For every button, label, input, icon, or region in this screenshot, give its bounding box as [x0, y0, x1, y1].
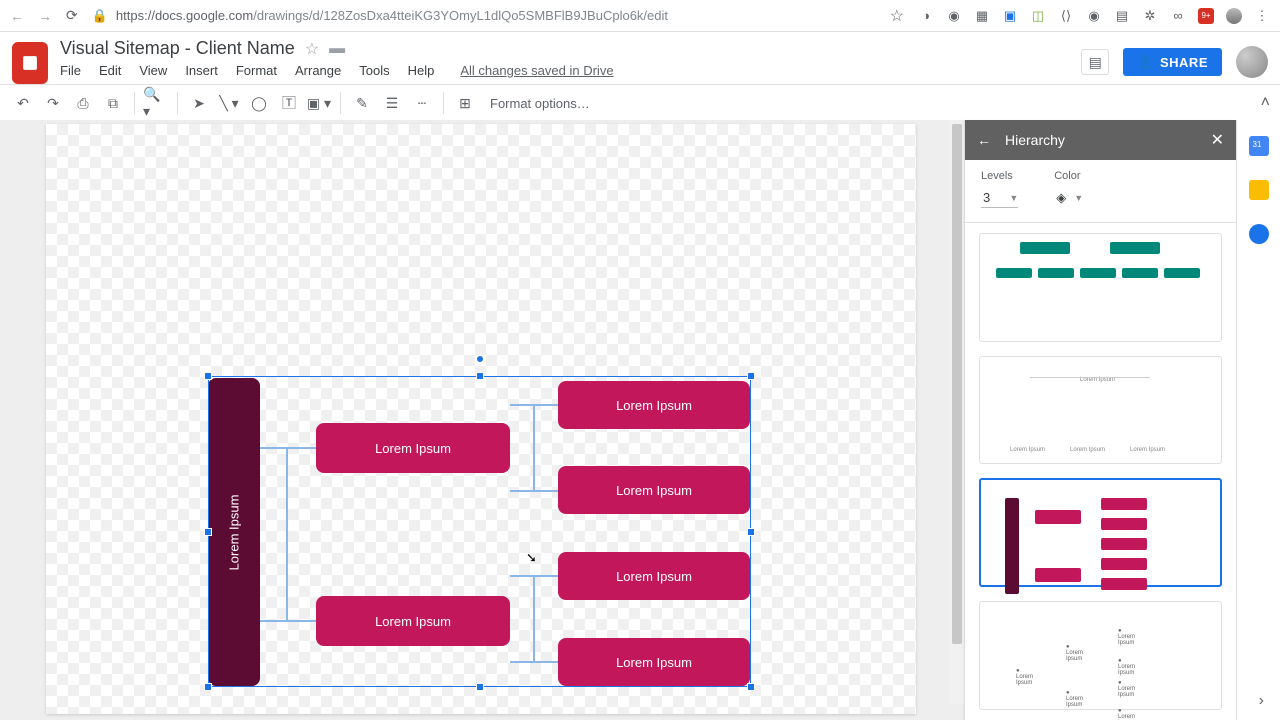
url-path: /drawings/d/128ZosDxa4tteiKG3YOmyL1dlQo5…: [253, 8, 668, 23]
menu-arrange[interactable]: Arrange: [295, 63, 341, 78]
close-panel-icon[interactable]: ✕: [1211, 130, 1224, 150]
account-avatar[interactable]: [1236, 46, 1268, 78]
line-color-button[interactable]: ✎: [349, 90, 375, 116]
ext-dev-icon[interactable]: ▤: [1114, 8, 1130, 24]
vertical-scrollbar[interactable]: [950, 120, 964, 704]
resize-handle[interactable]: [204, 528, 212, 536]
keep-addon-icon[interactable]: [1249, 180, 1269, 200]
ext-image-icon[interactable]: ▣: [1002, 8, 1018, 24]
reload-icon[interactable]: ⟳: [66, 7, 78, 24]
calendar-addon-icon[interactable]: [1249, 136, 1269, 156]
forward-icon: →: [38, 8, 52, 24]
star-doc-icon[interactable]: ☆: [305, 39, 319, 59]
ext-privacy-icon[interactable]: ◑: [918, 8, 934, 24]
document-title[interactable]: Visual Sitemap - Client Name: [60, 38, 295, 59]
insert-comment-button[interactable]: ⊞: [452, 90, 478, 116]
color-label: Color: [1054, 170, 1111, 182]
levels-dropdown[interactable]: 3 ▼: [981, 188, 1018, 208]
chevron-down-icon: ▼: [1074, 193, 1083, 203]
move-folder-icon[interactable]: ▬: [329, 40, 345, 58]
collapse-toolbar-icon[interactable]: ˄: [1261, 94, 1270, 112]
resize-handle[interactable]: [747, 528, 755, 536]
format-options-button[interactable]: Format options…: [490, 96, 590, 111]
rotate-handle[interactable]: [476, 355, 484, 363]
undo-button[interactable]: ↶: [10, 90, 36, 116]
ext-doc-icon[interactable]: ▦: [974, 8, 990, 24]
scroll-thumb[interactable]: [952, 124, 962, 644]
resize-handle[interactable]: [476, 683, 484, 691]
browser-toolbar: ← → ⟳ 🔒 https://docs.google.com/drawings…: [0, 0, 1280, 32]
shape-tool[interactable]: ◯: [246, 90, 272, 116]
back-arrow-icon[interactable]: ←: [977, 132, 991, 148]
resize-handle[interactable]: [204, 372, 212, 380]
lock-icon: 🔒: [92, 8, 108, 24]
ext-settings-icon[interactable]: ✲: [1142, 8, 1158, 24]
app-header: Visual Sitemap - Client Name ☆ ▬ File Ed…: [0, 32, 1280, 84]
toolbar: ↶ ↷ ⎙ ⧉ 🔍 ▾ ➤ ╲ ▾ ◯ 🅃 ▣ ▾ ✎ ☰ ┄ ⊞ Format…: [0, 84, 1280, 122]
line-weight-button[interactable]: ☰: [379, 90, 405, 116]
canvas-area[interactable]: Lorem Ipsum Lorem Ipsum Lorem Ipsum Lore…: [0, 120, 964, 720]
url-host: https://docs.google.com: [116, 8, 253, 23]
menu-edit[interactable]: Edit: [99, 63, 121, 78]
fill-color-icon: ◈: [1056, 190, 1066, 206]
menu-format[interactable]: Format: [236, 63, 277, 78]
resize-handle[interactable]: [204, 683, 212, 691]
side-addon-rail: [1236, 120, 1280, 720]
line-tool[interactable]: ╲ ▾: [216, 90, 242, 116]
sidepanel-controls: Levels 3 ▼ Color ◈ ▼: [965, 160, 1236, 223]
chevron-down-icon: ▼: [1009, 193, 1018, 203]
ext-camera-icon[interactable]: ◉: [946, 8, 962, 24]
workspace: Lorem Ipsum Lorem Ipsum Lorem Ipsum Lore…: [0, 120, 1280, 720]
selection-bounding-box[interactable]: [208, 376, 751, 687]
person-add-icon: 👤: [1137, 54, 1154, 70]
resize-handle[interactable]: [747, 372, 755, 380]
menu-tools[interactable]: Tools: [359, 63, 389, 78]
template-thumbnail[interactable]: [979, 233, 1222, 342]
extension-icons: ◑ ◉ ▦ ▣ ◫ ⟨⟩ ◉ ▤ ✲ ∞ 9+ ⋮: [918, 8, 1270, 24]
save-state[interactable]: All changes saved in Drive: [460, 63, 613, 78]
levels-value: 3: [983, 190, 990, 205]
levels-label: Levels: [981, 170, 1018, 182]
menu-help[interactable]: Help: [408, 63, 435, 78]
template-list[interactable]: Lorem Ipsum Lorem Ipsum Lorem Ipsum Lore…: [965, 223, 1236, 720]
ext-link-icon[interactable]: ∞: [1170, 8, 1186, 24]
sidepanel-header: ← Hierarchy ✕: [965, 120, 1236, 160]
ext-pixel-icon[interactable]: ◫: [1030, 8, 1046, 24]
menu-bar: File Edit View Insert Format Arrange Too…: [60, 63, 1081, 78]
color-dropdown[interactable]: ◈ ▼: [1054, 188, 1111, 208]
sidepanel-title: Hierarchy: [1005, 132, 1065, 148]
print-button[interactable]: ⎙: [70, 90, 96, 116]
ext-search-icon[interactable]: ◉: [1086, 8, 1102, 24]
address-bar[interactable]: 🔒 https://docs.google.com/drawings/d/128…: [92, 8, 876, 24]
bookmark-star-icon[interactable]: ☆: [890, 6, 904, 26]
resize-handle[interactable]: [747, 683, 755, 691]
template-thumbnail-selected[interactable]: [979, 478, 1222, 587]
chrome-menu-icon[interactable]: ⋮: [1254, 8, 1270, 24]
menu-view[interactable]: View: [139, 63, 167, 78]
diagram-sidepanel: ← Hierarchy ✕ Levels 3 ▼ Color ◈ ▼: [964, 120, 1236, 720]
template-thumbnail[interactable]: Lorem Ipsum Lorem Ipsum Lorem Ipsum Lore…: [979, 356, 1222, 465]
resize-handle[interactable]: [476, 372, 484, 380]
menu-insert[interactable]: Insert: [185, 63, 218, 78]
template-thumbnail[interactable]: ● Lorem Ipsum ● Lorem Ipsum ● Lorem Ipsu…: [979, 601, 1222, 710]
tasks-addon-icon[interactable]: [1249, 224, 1269, 244]
show-side-panel-icon[interactable]: ›: [1259, 692, 1264, 710]
share-label: SHARE: [1160, 55, 1208, 70]
image-tool[interactable]: ▣ ▾: [306, 90, 332, 116]
select-tool[interactable]: ➤: [186, 90, 212, 116]
back-icon[interactable]: ←: [10, 8, 24, 24]
redo-button[interactable]: ↷: [40, 90, 66, 116]
drawings-logo[interactable]: [12, 42, 48, 84]
share-button[interactable]: 👤 SHARE: [1123, 48, 1222, 76]
ext-code-icon[interactable]: ⟨⟩: [1058, 8, 1074, 24]
textbox-tool[interactable]: 🅃: [276, 90, 302, 116]
paint-format-button[interactable]: ⧉: [100, 90, 126, 116]
ext-gmail-icon[interactable]: 9+: [1198, 8, 1214, 24]
menu-file[interactable]: File: [60, 63, 81, 78]
zoom-dropdown[interactable]: 🔍 ▾: [143, 90, 169, 116]
profile-avatar-icon[interactable]: [1226, 8, 1242, 24]
comments-button[interactable]: ▤: [1081, 49, 1109, 75]
line-dash-button[interactable]: ┄: [409, 90, 435, 116]
